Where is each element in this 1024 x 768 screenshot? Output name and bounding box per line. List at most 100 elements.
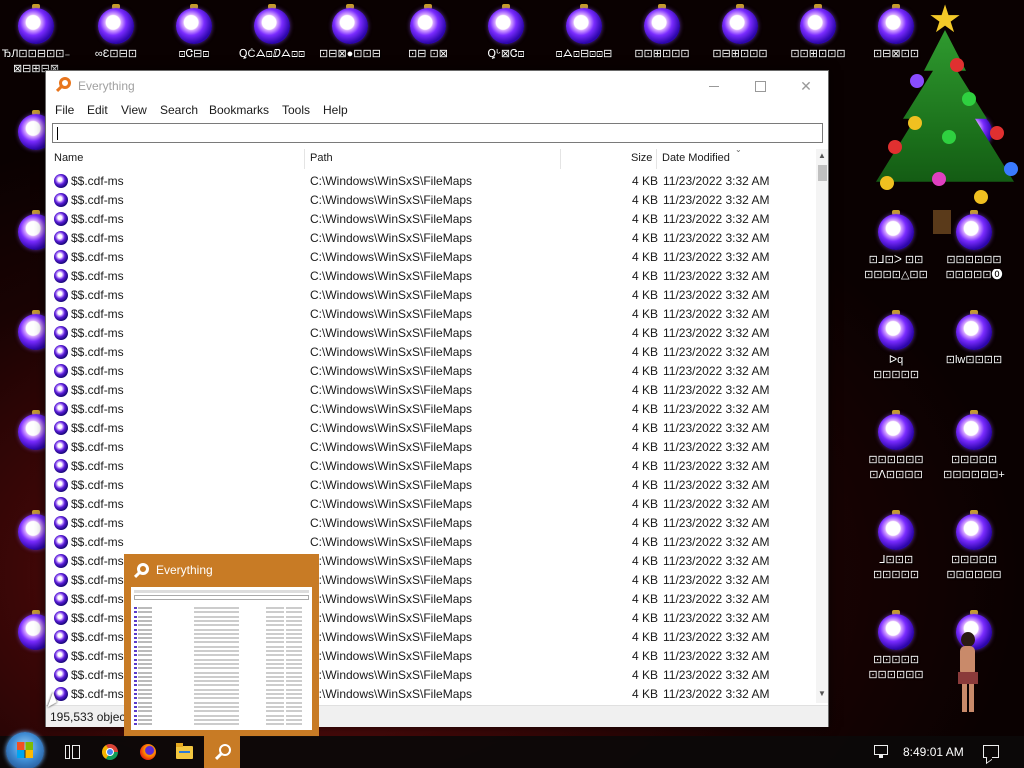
desktop-icon[interactable]: ⊡⊟ ⊡⊠ [389,4,467,61]
column-path[interactable]: Path [310,152,333,164]
desktop-icon[interactable]: ⊡⊡⊡⊡⊡ ⊡⊡⊡⊡⊡⊡+ [935,410,1013,482]
table-row[interactable]: $$.cdf-ms C:\Windows\WinSxS\FileMaps 4 KB 1… [52,361,815,380]
start-button[interactable] [6,732,44,768]
table-row[interactable]: $$.cdf-ms C:\Windows\WinSxS\FileMaps 4 KB 1… [52,380,815,399]
table-row[interactable]: $$.cdf-ms C:\Windows\WinSxS\FileMaps 4 KB 1… [52,456,815,475]
desktop-icon[interactable]: ЂЛ⊡⊡⊟⊡⊡₋ ⊠⊟⊞⊟⊠ [0,4,75,76]
desktop-icon[interactable]: ⊡⊡⊞⊡⊡⊡ [623,4,701,61]
taskbar-clock[interactable]: 8:49:01 AM [903,745,964,759]
column-divider[interactable] [304,149,305,169]
file-explorer-taskbar-button[interactable] [166,736,202,768]
scrollbar-thumb[interactable] [818,165,827,181]
desktop-icon[interactable]: ∞Ɛ⊡⊟⊡ [77,4,155,61]
task-view-button[interactable] [54,736,90,768]
menu-view[interactable]: View [117,103,151,117]
file-icon [54,174,68,188]
desktop-icon[interactable]: ⊡⊡⊡⊡⊡ ⊡⊡⊡⊡⊡⊡ [935,510,1013,582]
file-date-modified: 11/23/2022 3:32 AM [663,345,770,359]
table-row[interactable]: $$.cdf-ms C:\Windows\WinSxS\FileMaps 4 KB 1… [52,190,815,209]
column-size[interactable]: Size [631,152,652,164]
search-input[interactable] [52,123,823,143]
vertical-scrollbar[interactable]: ▲ ▼ [816,149,828,703]
file-date-modified: 11/23/2022 3:32 AM [663,421,770,435]
taskbar-thumbnail-preview[interactable]: Everything [124,554,319,737]
table-row[interactable]: $$.cdf-ms C:\Windows\WinSxS\FileMaps 4 KB 1… [52,323,815,342]
menu-tools[interactable]: Tools [278,103,314,117]
table-row[interactable]: $$.cdf-ms C:\Windows\WinSxS\FileMaps 4 KB 1… [52,494,815,513]
table-row[interactable]: $$.cdf-ms C:\Windows\WinSxS\FileMaps 4 KB 1… [52,228,815,247]
notification-center-icon[interactable] [983,745,999,758]
star-icon: ★ [928,0,963,41]
file-size: 4 KB [631,668,658,682]
desktop-icon[interactable]: ⊡Ꮳ⊟⊡ [155,4,233,61]
maximize-button[interactable] [737,71,783,101]
file-icon [54,668,68,682]
menu-file[interactable]: File [51,103,78,117]
file-icon [54,212,68,226]
scroll-down-icon[interactable]: ▼ [816,687,828,701]
desktop-icon[interactable]: ⊡⊡⊡⊡⊡ ⊡⊡⊡⊡⊡⊡ [857,610,935,682]
file-size: 4 KB [631,649,658,663]
thumbnail-window-preview[interactable] [131,587,312,730]
desktop-icon[interactable]: ⊡⊡⊞⊡⊡⊡ [779,4,857,61]
thumbnail-row [134,628,304,631]
file-icon [54,231,68,245]
network-icon[interactable] [874,745,890,759]
desktop-icon[interactable]: ⊡ᗋ⊡⊟⊡⊡⊟ [545,4,623,61]
desktop-icon[interactable]: ⊡⊟⊞⊡⊡⊡ [701,4,779,61]
desktop-icon-label: ⊡⊡⊡⊡⊡ [950,554,998,566]
desktop-icon-label: ꝖČᗋ⊡ⅅᗋ⊡⊡ [238,48,306,60]
column-name[interactable]: Name [54,152,83,164]
file-size: 4 KB [631,212,658,226]
menu-bookmarks[interactable]: Bookmarks [205,103,273,117]
table-row[interactable]: $$.cdf-ms C:\Windows\WinSxS\FileMaps 4 KB 1… [52,475,815,494]
table-row[interactable]: $$.cdf-ms C:\Windows\WinSxS\FileMaps 4 KB 1… [52,285,815,304]
table-row[interactable]: $$.cdf-ms C:\Windows\WinSxS\FileMaps 4 KB 1… [52,266,815,285]
table-row[interactable]: $$.cdf-ms C:\Windows\WinSxS\FileMaps 4 KB 1… [52,209,815,228]
desktop-icon[interactable]: ᐅq ⊡⊡⊡⊡⊡ [857,310,935,382]
file-path: C:\Windows\WinSxS\FileMaps [310,592,473,606]
christmas-tree-decoration: ★ [858,0,1024,240]
desktop-icon[interactable]: ꝖČᗋ⊡ⅅᗋ⊡⊡ [233,4,311,61]
desktop-icon[interactable]: ⊡⊟⊠●⊡⊡⊟ [311,4,389,61]
thumbnail-row [134,684,304,687]
table-row[interactable]: $$.cdf-ms C:\Windows\WinSxS\FileMaps 4 KB 1… [52,247,815,266]
title-bar[interactable]: Everything ✕ [46,71,828,101]
table-row[interactable]: $$.cdf-ms C:\Windows\WinSxS\FileMaps 4 KB 1… [52,532,815,551]
thumbnail-row [134,680,304,683]
menu-search[interactable]: Search [156,103,202,117]
file-size: 4 KB [631,288,658,302]
object-count: 195,533 objects [50,710,135,724]
thumbnail-row [134,705,304,708]
column-divider[interactable] [560,149,561,169]
desktop-icon[interactable]: ⊡lw⊡⊡⊡⊡ [935,310,1013,367]
thumbnail-row [134,723,304,726]
minimize-button[interactable] [691,71,737,101]
table-row[interactable]: $$.cdf-ms C:\Windows\WinSxS\FileMaps 4 KB 1… [52,342,815,361]
table-row[interactable]: $$.cdf-ms C:\Windows\WinSxS\FileMaps 4 KB 1… [52,304,815,323]
firefox-taskbar-button[interactable] [130,736,166,768]
menu-edit[interactable]: Edit [83,103,112,117]
thumbnail-row [134,637,304,640]
column-date-modified[interactable]: Date Modified [662,152,730,164]
table-row[interactable]: $$.cdf-ms C:\Windows\WinSxS\FileMaps 4 KB 1… [52,513,815,532]
menu-help[interactable]: Help [319,103,352,117]
desktop-icon[interactable]: ⊡⊡⊡⊡⊡⊡ ⊡ᐱ⊡⊡⊡⊡ [857,410,935,482]
column-divider[interactable] [656,149,657,169]
table-row[interactable]: $$.cdf-ms C:\Windows\WinSxS\FileMaps 4 KB 1… [52,399,815,418]
desktop-icon[interactable]: Ꝗᒡ⊠Ꮳ⊡ [467,4,545,61]
thumbnail-row [134,662,304,665]
table-row[interactable]: $$.cdf-ms C:\Windows\WinSxS\FileMaps 4 KB 1… [52,418,815,437]
everything-taskbar-button[interactable] [204,736,240,768]
close-button[interactable]: ✕ [783,71,829,101]
table-row[interactable]: $$.cdf-ms C:\Windows\WinSxS\FileMaps 4 KB 1… [52,437,815,456]
desktop-icon[interactable]: ᒧ⊡⊡⊡ ⊡⊡⊡⊡⊡ [857,510,935,582]
chrome-taskbar-button[interactable] [92,736,128,768]
file-path: C:\Windows\WinSxS\FileMaps [310,364,473,378]
sort-descending-icon: ⌄ [735,145,742,154]
tree-bauble [888,140,902,154]
desktop-icon-label: ∞Ɛ⊡⊟⊡ [94,48,138,60]
table-row[interactable]: $$.cdf-ms C:\Windows\WinSxS\FileMaps 4 KB 1… [52,171,815,190]
file-path: C:\Windows\WinSxS\FileMaps [310,497,473,511]
scroll-up-icon[interactable]: ▲ [816,149,828,163]
